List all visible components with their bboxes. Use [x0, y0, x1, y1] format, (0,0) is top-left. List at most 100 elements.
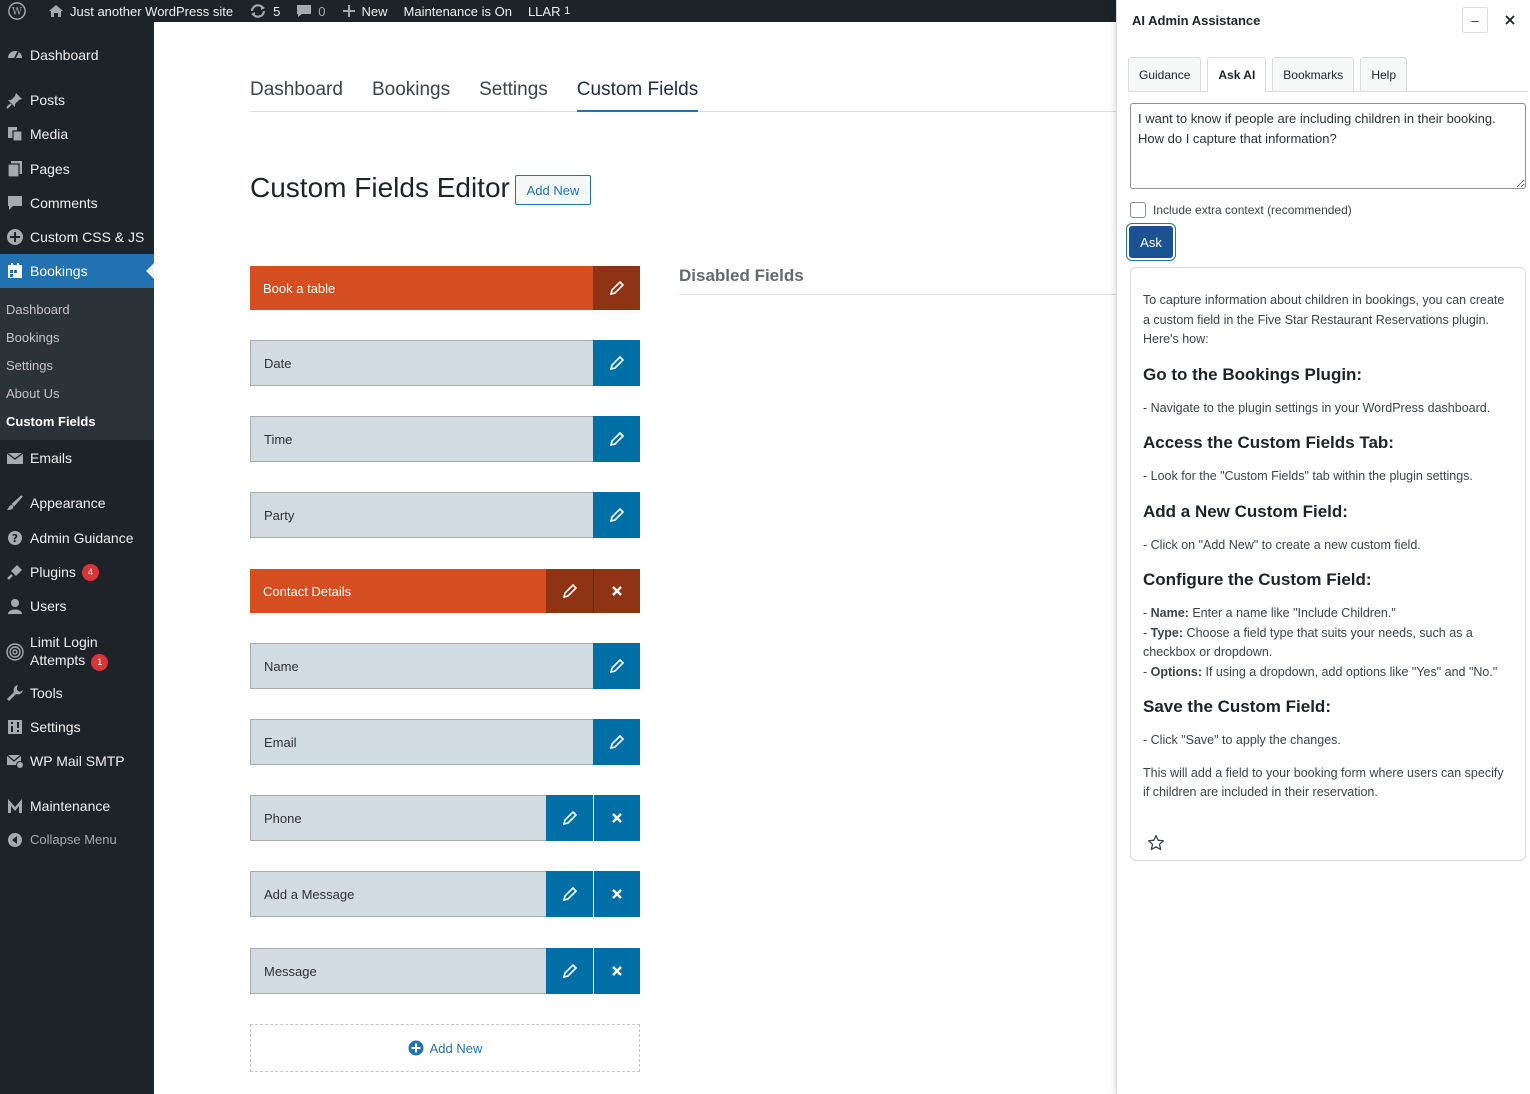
menu-item-comments[interactable]: Comments — [0, 186, 154, 220]
new-label: New — [361, 3, 388, 19]
close-icon — [1505, 15, 1515, 25]
field-row-date[interactable]: Date — [250, 340, 640, 386]
field-label: Date — [250, 340, 593, 386]
menu-item-media[interactable]: Media — [0, 117, 154, 151]
delete-button[interactable] — [593, 795, 640, 841]
answer-heading: Save the Custom Field: — [1143, 697, 1331, 716]
maintenance-status[interactable]: Maintenance is On — [396, 0, 520, 22]
tab-bookings[interactable]: Bookings — [372, 78, 450, 112]
answer-outro: This will add a field to your booking fo… — [1143, 765, 1504, 800]
new-content-link[interactable]: New — [334, 0, 396, 22]
tab-help[interactable]: Help — [1360, 57, 1407, 91]
edit-button[interactable] — [546, 948, 593, 994]
context-checkbox-row[interactable]: Include extra context (recommended) — [1130, 202, 1352, 218]
llar-label: LLAR — [527, 3, 561, 19]
answer-intro: To capture information about children in… — [1143, 293, 1505, 346]
comment-icon — [0, 194, 30, 212]
menu-item-maintenance[interactable]: Maintenance — [0, 789, 154, 823]
answer-text: - Name: Enter a name like "Include Child… — [1143, 606, 1498, 679]
field-row-time[interactable]: Time — [250, 416, 640, 462]
field-row-add-a-message[interactable]: Add a Message — [250, 871, 640, 917]
menu-item-pages[interactable]: Pages — [0, 152, 154, 186]
minimize-button[interactable]: – — [1462, 7, 1488, 33]
submenu-about-us[interactable]: About Us — [6, 386, 59, 401]
question-input[interactable]: I want to know if people are including c… — [1130, 103, 1526, 189]
llar-count: 1 — [564, 5, 571, 17]
collapse-menu-button[interactable]: Collapse Menu — [0, 823, 154, 857]
answer-text: - Click on "Add New" to create a new cus… — [1143, 537, 1421, 552]
add-new-field-button[interactable]: Add New — [250, 1024, 640, 1072]
plus-icon — [342, 5, 355, 17]
dashboard-icon — [0, 46, 30, 64]
context-checkbox[interactable] — [1130, 202, 1146, 218]
updates-link[interactable]: 5 — [241, 0, 288, 22]
submenu-settings[interactable]: Settings — [6, 358, 53, 373]
field-row-phone[interactable]: Phone — [250, 795, 640, 841]
field-row-email[interactable]: Email — [250, 719, 640, 765]
tab-ask-ai[interactable]: Ask AI — [1207, 57, 1267, 92]
edit-button[interactable] — [593, 416, 640, 462]
menu-item-wp-mail-smtp[interactable]: WP Mail SMTP — [0, 744, 154, 778]
delete-button[interactable] — [593, 948, 640, 994]
add-new-field-label: Add New — [429, 1040, 483, 1056]
menu-item-users[interactable]: Users — [0, 589, 154, 623]
menu-item-bookings[interactable]: Bookings — [0, 254, 154, 288]
menu-item-dashboard[interactable]: Dashboard — [0, 38, 154, 72]
field-row-message[interactable]: Message — [250, 948, 640, 994]
menu-item-admin-guidance[interactable]: ? Admin Guidance — [0, 521, 154, 555]
menu-item-plugins[interactable]: Plugins 4 — [0, 555, 154, 589]
wp-logo-icon[interactable]: W — [0, 0, 40, 22]
pin-icon — [0, 91, 30, 109]
edit-button[interactable] — [593, 266, 640, 310]
pencil-icon — [562, 811, 577, 825]
delete-button[interactable] — [593, 569, 640, 613]
tab-guidance[interactable]: Guidance — [1128, 57, 1202, 91]
site-name-link[interactable]: Just another WordPress site — [40, 0, 241, 22]
field-label: Add a Message — [250, 871, 546, 917]
m-icon — [0, 797, 30, 815]
user-icon — [0, 597, 30, 615]
edit-button[interactable] — [593, 719, 640, 765]
pencil-icon — [562, 964, 577, 978]
delete-button[interactable] — [593, 871, 640, 917]
pencil-icon — [609, 356, 624, 370]
close-button[interactable] — [1499, 9, 1521, 31]
tab-settings[interactable]: Settings — [479, 78, 548, 112]
pencil-icon — [609, 281, 624, 295]
edit-button[interactable] — [546, 871, 593, 917]
edit-button[interactable] — [546, 569, 593, 613]
edit-button[interactable] — [546, 795, 593, 841]
pencil-icon — [609, 659, 624, 673]
ask-button[interactable]: Ask — [1129, 226, 1173, 258]
menu-item-emails[interactable]: Emails — [0, 441, 154, 475]
answer-text: - Click "Save" to apply the changes. — [1143, 733, 1341, 747]
panel-title: AI Admin Assistance — [1132, 13, 1261, 28]
menu-item-posts[interactable]: Posts — [0, 83, 154, 117]
add-new-button[interactable]: Add New — [515, 175, 591, 205]
updates-count: 5 — [273, 3, 281, 19]
field-row-contact-details[interactable]: Contact Details — [250, 569, 640, 613]
menu-item-tools[interactable]: Tools — [0, 676, 154, 710]
field-row-book-a-table[interactable]: Book a table — [250, 266, 640, 310]
edit-button[interactable] — [593, 340, 640, 386]
field-row-party[interactable]: Party — [250, 492, 640, 538]
llar-link[interactable]: LLAR 1 — [520, 0, 578, 22]
bookings-submenu: Dashboard Bookings Settings About Us Cus… — [0, 288, 154, 440]
menu-item-limit-login[interactable]: Limit Login Attempts 1 — [0, 630, 154, 674]
tab-bookmarks[interactable]: Bookmarks — [1272, 57, 1355, 91]
menu-item-custom-css-js[interactable]: Custom CSS & JS — [0, 220, 154, 254]
menu-item-settings[interactable]: Settings — [0, 710, 154, 744]
envelope-icon — [0, 449, 30, 467]
bookmark-star-icon[interactable] — [1147, 834, 1165, 859]
tab-dashboard[interactable]: Dashboard — [250, 78, 343, 112]
submenu-dashboard[interactable]: Dashboard — [6, 302, 70, 317]
submenu-bookings[interactable]: Bookings — [6, 330, 59, 345]
comments-link[interactable]: 0 — [288, 0, 333, 22]
menu-item-appearance[interactable]: Appearance — [0, 486, 154, 520]
edit-button[interactable] — [593, 492, 640, 538]
field-label: Party — [250, 492, 593, 538]
field-row-name[interactable]: Name — [250, 643, 640, 689]
submenu-custom-fields[interactable]: Custom Fields — [6, 414, 96, 429]
edit-button[interactable] — [593, 643, 640, 689]
tab-custom-fields[interactable]: Custom Fields — [576, 78, 699, 112]
